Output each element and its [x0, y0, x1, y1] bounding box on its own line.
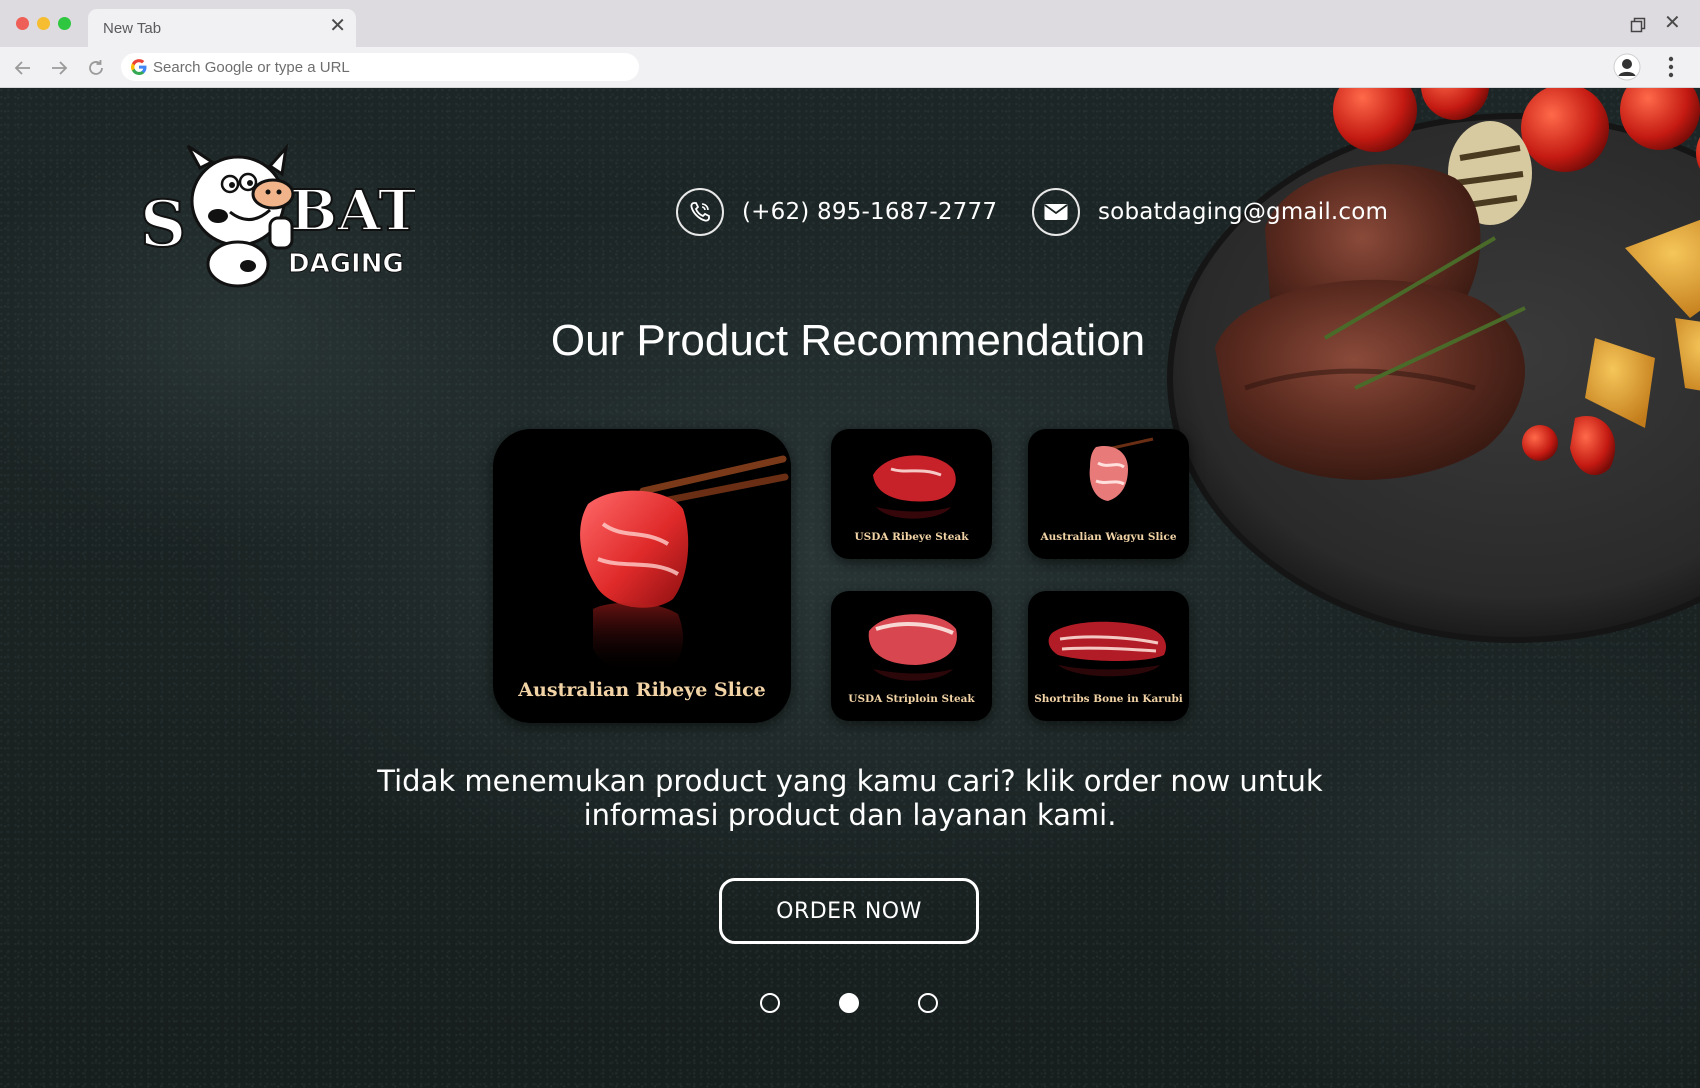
logo-letter-s: S: [140, 187, 186, 262]
contact-email[interactable]: sobatdaging@gmail.com: [1032, 188, 1388, 236]
info-note: Tidak menemukan product yang kamu cari? …: [0, 764, 1700, 832]
browser-tab[interactable]: New Tab ✕: [88, 9, 356, 47]
product-label: USDA Striploin Steak: [848, 693, 975, 705]
web-page: S BAT DAGING (+62) 895-1687-2777 sobatda…: [0, 88, 1700, 1088]
info-note-line-2: informasi product dan layanan kami.: [583, 798, 1117, 832]
product-card[interactable]: USDA Ribeye Steak: [831, 429, 992, 559]
product-label: USDA Ribeye Steak: [854, 531, 969, 543]
sobat-daging-logo: S BAT DAGING: [140, 143, 415, 288]
carousel-dot-3[interactable]: [918, 993, 938, 1013]
section-title: Our Product Recommendation: [550, 316, 1146, 365]
steak-plate-image: [1167, 88, 1700, 643]
product-card-featured[interactable]: Australian Ribeye Slice: [493, 429, 791, 723]
product-card[interactable]: Australian Wagyu Slice: [1028, 429, 1189, 559]
phone-number: (+62) 895-1687-2777: [742, 199, 998, 225]
window-minimize-dot[interactable]: [37, 17, 50, 30]
window-close-icon[interactable]: ✕: [1664, 13, 1681, 33]
more-menu-icon[interactable]: [1664, 55, 1678, 79]
logo-word-daging: DAGING: [288, 249, 404, 279]
carousel-dot-2-active[interactable]: [839, 993, 859, 1013]
order-now-button[interactable]: ORDER NOW: [719, 878, 979, 944]
forward-arrow-icon[interactable]: [48, 57, 70, 79]
back-arrow-icon[interactable]: [12, 57, 34, 79]
logo-word-bat: BAT: [290, 178, 415, 244]
product-label: Australian Wagyu Slice: [1040, 531, 1177, 543]
info-note-line-1: Tidak menemukan product yang kamu cari? …: [377, 764, 1323, 798]
window-close-dot[interactable]: [16, 17, 29, 30]
profile-avatar-icon[interactable]: [1613, 53, 1641, 81]
address-input[interactable]: [153, 56, 623, 78]
contact-phone[interactable]: (+62) 895-1687-2777: [676, 188, 997, 236]
envelope-icon: [1032, 188, 1080, 236]
product-card[interactable]: USDA Striploin Steak: [831, 591, 992, 721]
google-g-icon: [131, 59, 147, 75]
phone-icon: [676, 188, 724, 236]
carousel-dot-1[interactable]: [760, 993, 780, 1013]
window-maximize-dot[interactable]: [58, 17, 71, 30]
browser-toolbar: [0, 47, 1700, 88]
product-label: Shortribs Bone in Karubi: [1034, 693, 1183, 705]
product-label: Australian Ribeye Slice: [518, 679, 766, 701]
window-restore-icon[interactable]: [1630, 17, 1646, 33]
browser-titlebar: New Tab ✕ ✕: [0, 0, 1700, 47]
product-card[interactable]: Shortribs Bone in Karubi: [1028, 591, 1189, 721]
email-address: sobatdaging@gmail.com: [1098, 199, 1389, 225]
address-bar[interactable]: [121, 53, 639, 81]
reload-icon[interactable]: [85, 57, 107, 79]
tab-close-icon[interactable]: ✕: [329, 16, 346, 36]
tab-title: New Tab: [103, 20, 162, 37]
